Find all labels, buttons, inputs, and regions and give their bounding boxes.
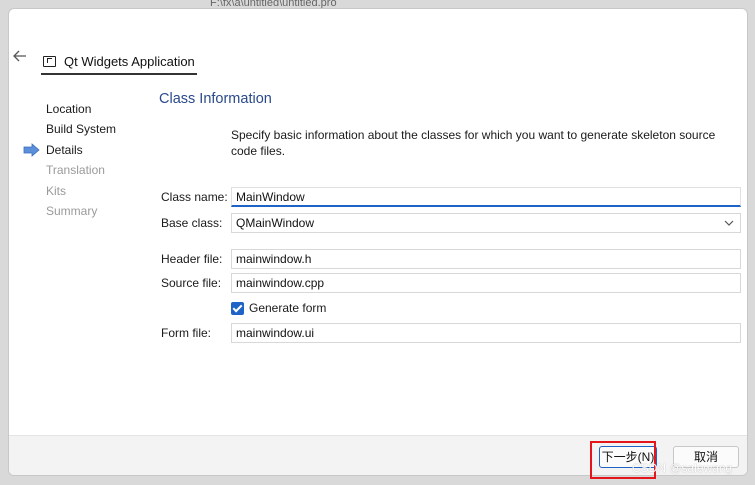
class-name-input[interactable]: MainWindow: [231, 187, 741, 207]
description-text: Specify basic information about the clas…: [231, 128, 716, 158]
form-file-label: Form file:: [161, 326, 212, 340]
step-translation: Translation: [46, 163, 105, 178]
step-summary: Summary: [46, 203, 98, 218]
source-file-label: Source file:: [161, 276, 222, 290]
base-class-row: Base class: QMainWindow: [161, 213, 741, 233]
title-underline: [41, 73, 197, 75]
csdn-watermark: CSDN @salewang: [632, 461, 733, 475]
source-file-input[interactable]: mainwindow.cpp: [231, 273, 741, 293]
step-details: Details: [21, 140, 116, 160]
form-file-row: Form file: mainwindow.ui: [161, 323, 741, 343]
wizard-steps: Location Build System Details Translatio…: [21, 99, 116, 221]
class-name-row: Class name: MainWindow: [161, 187, 741, 207]
header-file-input[interactable]: mainwindow.h: [231, 249, 741, 269]
base-class-value: QMainWindow: [236, 216, 315, 230]
wizard-title-text: Qt Widgets Application: [64, 53, 195, 69]
wizard-title: Qt Widgets Application: [43, 49, 195, 73]
wizard-window: Qt Widgets Application Location Build Sy…: [8, 8, 748, 476]
step-location: Location: [46, 102, 92, 116]
form-file-input[interactable]: mainwindow.ui: [231, 323, 741, 343]
chevron-down-icon: [724, 217, 734, 235]
current-step-arrow-icon: [23, 142, 40, 157]
header-file-row: Header file: mainwindow.h: [161, 249, 741, 269]
window-icon: [43, 55, 56, 67]
wizard-header: Qt Widgets Application: [9, 9, 747, 79]
generate-form-label: Generate form: [249, 301, 327, 315]
source-file-row: Source file: mainwindow.cpp: [161, 273, 741, 293]
base-class-label: Base class:: [161, 216, 223, 230]
class-name-label: Class name:: [161, 190, 228, 204]
class-information-panel: Class Information Specify basic informat…: [159, 89, 741, 343]
step-kits: Kits: [46, 183, 67, 198]
step-build-system: Build System: [46, 122, 117, 137]
generate-form-checkbox-row[interactable]: Generate form: [231, 301, 326, 315]
header-file-label: Header file:: [161, 252, 223, 266]
section-title: Class Information: [159, 91, 272, 107]
arrow-left-icon[interactable]: [13, 49, 29, 65]
generate-form-checkbox[interactable]: [231, 301, 244, 315]
base-class-select[interactable]: QMainWindow: [231, 213, 741, 233]
